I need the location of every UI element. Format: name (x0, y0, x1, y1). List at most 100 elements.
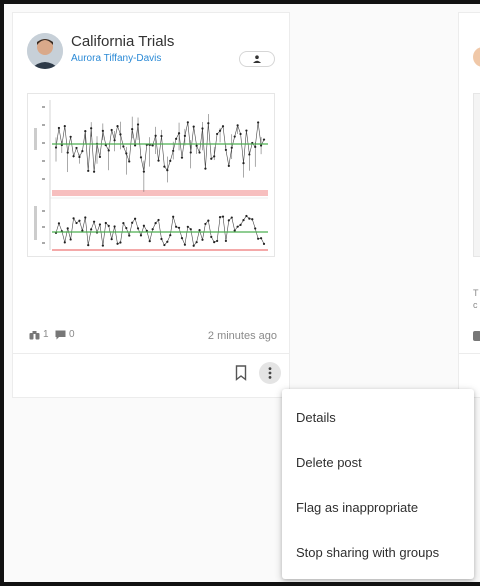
point-top-53 (210, 157, 213, 160)
point-top-63 (239, 132, 242, 136)
point-top-12 (90, 127, 93, 130)
timestamp: 2 minutes ago (207, 330, 277, 342)
point-bottom-48 (195, 241, 198, 244)
author-link[interactable]: Aurora Tiffany-Davis (71, 53, 161, 64)
point-bottom-58 (224, 239, 228, 243)
post-card[interactable]: California Trials Aurora Tiffany-Davis 1 (12, 12, 290, 398)
comment-icon (55, 330, 66, 339)
point-top-48 (195, 144, 198, 147)
menu-item-stop-sharing[interactable]: Stop sharing with groups (282, 530, 474, 575)
point-top-43 (180, 156, 184, 159)
point-top-20 (113, 139, 116, 142)
point-top-46 (189, 151, 192, 154)
point-top-28 (136, 123, 140, 126)
point-bottom-23 (122, 221, 125, 225)
y-axis-label-bottom (34, 206, 37, 240)
point-top-27 (133, 144, 137, 147)
point-bottom-40 (172, 215, 175, 218)
group-share-icon (253, 55, 261, 63)
point-top-10 (84, 130, 87, 133)
point-bottom-16 (101, 244, 104, 247)
point-bottom-49 (198, 228, 201, 232)
point-bottom-32 (148, 240, 151, 243)
bookmark-icon[interactable] (235, 365, 247, 381)
point-top-50 (201, 127, 204, 130)
point-top-68 (254, 145, 257, 148)
point-top-29 (139, 156, 143, 159)
point-top-62 (236, 124, 239, 127)
avatar-2[interactable] (473, 47, 480, 67)
more-options-button[interactable] (259, 362, 281, 384)
post-title[interactable]: California Trials (71, 33, 174, 50)
point-bottom-70 (259, 237, 263, 240)
point-bottom-22 (119, 241, 122, 244)
y-axis-label-top (34, 128, 37, 150)
point-bottom-51 (204, 222, 207, 226)
point-bottom-37 (163, 243, 166, 247)
point-top-47 (192, 125, 195, 128)
point-top-45 (186, 121, 189, 124)
menu-item-details[interactable]: Details (282, 395, 474, 440)
point-bottom-5 (69, 238, 72, 241)
point-bottom-25 (128, 234, 131, 237)
point-top-65 (245, 129, 248, 132)
post-description-2: T c (473, 288, 479, 310)
point-top-1 (57, 126, 61, 130)
y-tick-6 (42, 226, 45, 228)
point-top-71 (262, 138, 266, 141)
limit-band (52, 190, 268, 196)
more-vert-icon (268, 367, 272, 379)
y-tick-3 (42, 160, 45, 162)
point-top-15 (98, 155, 102, 159)
point-bottom-44 (183, 243, 187, 246)
post-card-2[interactable]: T c (458, 12, 480, 398)
point-bottom-21 (116, 242, 119, 245)
point-top-0 (54, 146, 58, 149)
y-tick-1 (42, 124, 45, 126)
point-bottom-6 (72, 217, 75, 220)
point-top-11 (87, 169, 90, 172)
point-bottom-15 (98, 223, 102, 226)
point-bottom-29 (139, 234, 143, 237)
point-bottom-45 (186, 225, 189, 228)
point-bottom-34 (154, 222, 157, 225)
menu-item-delete-post[interactable]: Delete post (282, 440, 474, 485)
point-bottom-3 (63, 241, 66, 244)
point-bottom-69 (257, 237, 260, 240)
point-top-3 (63, 124, 66, 128)
y-tick-7 (42, 242, 45, 244)
y-tick-4 (42, 178, 45, 180)
window-edge-top (0, 0, 480, 4)
chart-thumbnail-2[interactable] (473, 93, 480, 257)
point-top-59 (227, 164, 230, 167)
point-bottom-10 (84, 216, 87, 219)
point-bottom-52 (207, 219, 210, 222)
point-bottom-19 (110, 238, 113, 241)
point-bottom-59 (227, 219, 230, 222)
share-button[interactable] (239, 51, 275, 67)
context-menu: Details Delete post Flag as inappropriat… (282, 389, 474, 579)
point-bottom-12 (90, 228, 93, 231)
point-top-56 (218, 129, 222, 132)
point-top-19 (110, 128, 113, 132)
post-stats: 1 0 2 minutes ago (29, 329, 277, 345)
menu-item-flag-inappropriate[interactable]: Flag as inappropriate (282, 485, 474, 530)
point-bottom-47 (192, 244, 195, 247)
window-edge-left (0, 0, 4, 586)
point-top-24 (125, 152, 128, 155)
point-top-54 (213, 155, 216, 158)
point-top-37 (163, 165, 166, 168)
point-bottom-56 (218, 216, 222, 219)
point-bottom-18 (107, 224, 110, 228)
series-line-bottom (55, 215, 265, 247)
point-bottom-26 (131, 221, 134, 224)
chart-thumbnail[interactable] (27, 93, 275, 257)
point-bottom-33 (151, 228, 154, 231)
point-bottom-38 (166, 240, 169, 243)
point-top-18 (107, 149, 110, 152)
point-bottom-65 (245, 214, 248, 218)
views-count: 1 (43, 329, 49, 340)
control-chart (34, 100, 268, 251)
point-bottom-36 (160, 237, 163, 241)
avatar[interactable] (27, 33, 63, 69)
